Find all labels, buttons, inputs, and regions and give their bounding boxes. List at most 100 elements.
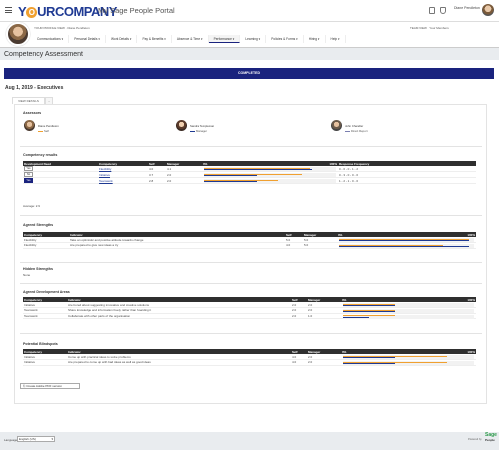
assessor-name: Sandra Templeman	[190, 124, 215, 128]
divider	[20, 333, 482, 334]
agreed-strengths-heading: Agreed Strengths	[23, 223, 54, 227]
notification-icon[interactable]	[440, 7, 446, 14]
divider	[20, 262, 482, 263]
calendar-icon[interactable]	[429, 7, 435, 14]
hidden-strengths-value: None	[23, 273, 31, 277]
table-row: Initiative Are prepared to come up with …	[23, 359, 476, 366]
team-view-link[interactable]: TEAM VIEW	[410, 26, 427, 30]
manager-bar	[343, 311, 395, 312]
tab-label: Work Details	[110, 36, 129, 41]
assessors-heading: Assessors	[23, 111, 42, 115]
self-color-swatch	[38, 130, 43, 132]
score-bars	[202, 177, 338, 184]
manager-bar	[204, 175, 257, 176]
assessor-role: Self	[44, 129, 49, 133]
tab-label: Personal Details	[74, 36, 98, 41]
menu-icon[interactable]	[5, 7, 12, 13]
tab-performance[interactable]: Performance ▾	[208, 35, 241, 43]
hidden-strengths-heading: Hidden Strengths	[23, 267, 53, 271]
divider	[20, 146, 482, 147]
development-need-toggle[interactable]: No	[24, 172, 33, 177]
development-need-toggle[interactable]: Yes	[24, 166, 33, 171]
footer	[0, 432, 499, 450]
score-bars	[337, 242, 476, 249]
powered-by-label: Powered by	[468, 438, 482, 441]
chevron-down-icon: ▾	[51, 437, 53, 441]
profile-view-text: YOUR PROFILE VIEW · Diane Pendleton	[34, 26, 90, 30]
average-score: Average: 2.9	[23, 204, 40, 208]
assessor-avatar	[24, 120, 35, 131]
team-view-label[interactable]: TEAM VIEW Your Members	[410, 26, 449, 30]
logo-text-y: Y	[18, 4, 27, 19]
main-tabs: Communications ▾ Personal Details ▾ Work…	[32, 35, 346, 43]
competency-cell: Initiative	[23, 359, 67, 366]
tab-learning[interactable]: Learning ▾	[240, 35, 267, 43]
tab-policies-forms[interactable]: Policies & Forms ▾	[266, 35, 304, 43]
self-score: 2.0	[291, 313, 307, 319]
competency-link[interactable]: Flexibility	[99, 167, 111, 171]
status-banner: COMPLETED	[4, 68, 494, 79]
your-members-link[interactable]: Your Members	[429, 26, 448, 30]
user-avatar[interactable]	[482, 4, 494, 16]
manager-bar	[343, 363, 395, 364]
manager-score: 2.0	[307, 359, 341, 366]
tab-label: Learning	[245, 36, 258, 41]
average-value: 2.9	[35, 204, 40, 208]
manager-bar	[343, 305, 395, 306]
assessor-name: Diane Pendleton	[38, 124, 59, 128]
tab-communications[interactable]: Communications ▾	[32, 35, 70, 43]
create-pdf-button[interactable]: ⎘ Create Adobe PDF version	[20, 383, 80, 389]
indicator-cell: Collaborate with other parts of the orga…	[67, 313, 291, 319]
agreed-strengths-table: Competency Indicator Self Manager 0% 100…	[23, 232, 476, 249]
profile-avatar	[6, 22, 30, 46]
agreed-development-areas-table: Competency Indicator Self Manager 0% 100…	[23, 297, 476, 319]
tab-help[interactable]: Help ▾	[326, 35, 346, 43]
manager-bar	[343, 316, 369, 318]
competency-results-table: Development Need Competency Self Manager…	[23, 161, 476, 184]
portal-title: My Sage People Portal	[98, 6, 175, 15]
language-label: Language	[4, 438, 18, 442]
response-frequency: 1 - 2 - 1 - 0 - 0	[338, 177, 476, 184]
table-row: Yes Teamwork 2.8 2.0 1 - 2 - 1 - 0 - 0	[23, 177, 476, 184]
review-period: Aug 1, 2019 - Executives	[5, 85, 64, 91]
user-name[interactable]: Diane Pendleton	[454, 6, 480, 10]
tab-label: Pay & Benefits	[142, 36, 164, 41]
manager-color-swatch	[190, 130, 195, 132]
self-score: 2.8	[148, 177, 166, 184]
manager-score: 1.0	[307, 313, 341, 319]
direct-report-color-swatch	[345, 130, 350, 132]
assessor-role: Direct Report	[351, 129, 368, 133]
tab-label: Help	[330, 36, 338, 41]
competency-cell: Teamwork	[23, 313, 67, 319]
potential-blindspots-heading: Potential Blindspots	[23, 342, 58, 346]
tab-label: Communications	[37, 36, 61, 41]
tab-personal-details[interactable]: Personal Details ▾	[69, 35, 106, 43]
manager-bar	[339, 246, 469, 247]
manager-bar	[343, 357, 395, 358]
divider	[20, 215, 482, 216]
development-need-toggle[interactable]: Yes	[24, 178, 33, 183]
language-select[interactable]: English (US) ▾	[17, 436, 55, 442]
tab-pay-benefits[interactable]: Pay & Benefits ▾	[137, 35, 172, 43]
brand-sub: People	[485, 438, 495, 442]
tab-hiring[interactable]: Hiring ▾	[304, 35, 326, 43]
competency-link[interactable]: Teamwork	[99, 179, 113, 183]
assessor-avatar	[331, 120, 342, 131]
potential-blindspots-table: Competency Indicator Self Manager 0% 100…	[23, 349, 476, 366]
language-value: English (US)	[19, 437, 36, 441]
more-tab[interactable]: ...	[45, 97, 53, 104]
agreed-development-areas-heading: Agreed Development Areas	[23, 290, 70, 294]
self-score: 4.0	[285, 242, 303, 249]
tab-label: Policies & Forms	[271, 36, 296, 41]
manager-bar	[339, 240, 469, 241]
tab-absence-time[interactable]: Absence & Time ▾	[172, 35, 209, 43]
view-details-tab[interactable]: VIEW DETAILS	[12, 97, 45, 104]
assessor-name: John Chandler	[345, 124, 364, 128]
manager-bar	[204, 181, 257, 182]
competency-cell: Flexibility	[23, 242, 69, 249]
tab-work-details[interactable]: Work Details ▾	[106, 35, 138, 43]
competency-link[interactable]: Initiative	[99, 173, 110, 177]
manager-bar	[204, 169, 313, 170]
sage-people-logo: Sage People	[485, 433, 497, 443]
assessor-role: Manager	[196, 129, 208, 133]
